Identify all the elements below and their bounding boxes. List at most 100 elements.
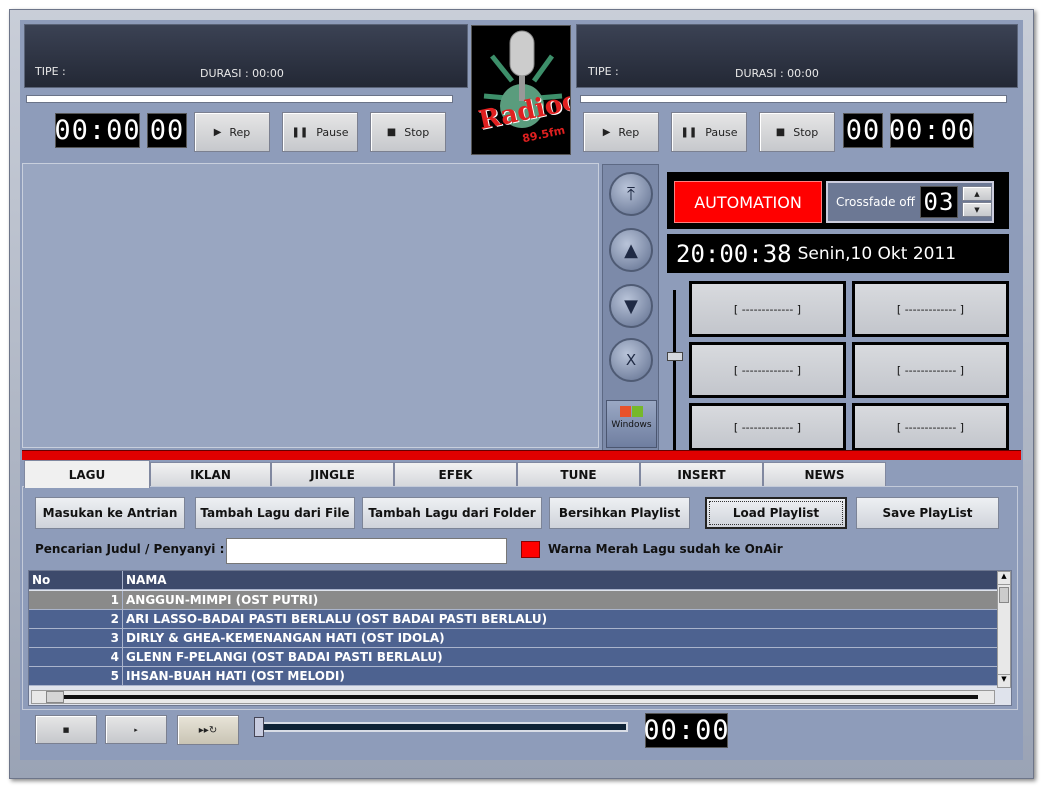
left-sub-display: 00 (147, 113, 187, 148)
tab-news[interactable]: NEWS (763, 462, 886, 487)
table-row[interactable]: 1 ANGGUN-MIMPI (OST PUTRI) (29, 591, 997, 610)
header-nama[interactable]: NAMA (123, 571, 167, 589)
table-row[interactable]: 3 DIRLY & GHEA-KEMENANGAN HATI (OST IDOLA… (29, 629, 997, 648)
row-no: 1 (29, 591, 123, 609)
cart-button[interactable]: [ ------------- ] (689, 281, 846, 337)
scroll-thumb[interactable] (46, 691, 64, 703)
left-rep-button[interactable]: ▶ Rep (194, 112, 270, 152)
row-nama: ARI LASSO-BADAI PASTI BERLALU (OST BADAI… (126, 612, 548, 626)
play-icon: ▶ (213, 126, 222, 138)
queue-list[interactable] (22, 163, 599, 448)
cart-button[interactable]: [ ------------- ] (689, 403, 846, 451)
crossfade-down-button[interactable]: ▼ (962, 202, 992, 217)
search-label: Pencarian Judul / Penyanyi : (35, 542, 225, 556)
cart-label: [ ------------- ] (692, 345, 843, 395)
preview-play-button[interactable]: ▸ (105, 715, 167, 744)
left-pause-button[interactable]: ❚❚ Pause (282, 112, 358, 152)
tab-lagu[interactable]: LAGU (24, 460, 150, 488)
vertical-scrollbar[interactable]: ▲ ▼ (997, 571, 1011, 688)
right-progress-bar[interactable] (580, 95, 1007, 103)
crossfade-up-button[interactable]: ▲ (962, 186, 992, 201)
right-deck-display: TIPE : DURASI : 00:00 (576, 24, 1018, 88)
search-input[interactable] (226, 538, 507, 564)
row-no: 3 (29, 629, 123, 647)
move-top-icon: ⤒ (627, 183, 635, 205)
stop-icon: ■ (62, 725, 70, 734)
volume-slider-thumb[interactable] (667, 352, 683, 361)
label: Rep (618, 125, 640, 139)
masukan-ke-antrian-button[interactable]: Masukan ke Antrian (35, 497, 185, 529)
right-pause-button[interactable]: ❚❚ Pause (671, 112, 747, 152)
header-no[interactable]: No (29, 571, 123, 589)
row-nama: ANGGUN-MIMPI (OST PUTRI) (126, 593, 319, 607)
label: Stop (404, 125, 430, 139)
clock-panel: 20:00:38 Senin,10 Okt 2011 (667, 234, 1009, 273)
scroll-track (46, 695, 978, 699)
windows-label: Windows (611, 420, 652, 430)
bersihkan-playlist-button[interactable]: Bersihkan Playlist (549, 497, 690, 529)
onair-legend: Warna Merah Lagu sudah ke OnAir (548, 542, 783, 556)
arrow-up-icon: ▲ (624, 239, 638, 261)
left-deck-display: TIPE : DURASI : 00:00 (24, 24, 468, 88)
right-tipe: TIPE : (588, 65, 619, 78)
clock-date: Senin,10 Okt 2011 (797, 243, 957, 264)
right-rep-button[interactable]: ▶ Rep (583, 112, 659, 152)
load-playlist-button[interactable]: Load Playlist (705, 497, 847, 529)
preview-stop-button[interactable]: ■ (35, 715, 97, 744)
right-stop-button[interactable]: ■ Stop (759, 112, 835, 152)
table-row[interactable]: 4 GLENN F-PELANGI (OST BADAI PASTI BERLAL… (29, 648, 997, 667)
row-no: 5 (29, 667, 123, 685)
row-nama: DIRLY & GHEA-KEMENANGAN HATI (OST IDOLA) (126, 631, 445, 645)
row-no: 4 (29, 648, 123, 666)
tab-tune[interactable]: TUNE (517, 462, 640, 487)
row-nama: GLENN F-PELANGI (OST BADAI PASTI BERLALU… (126, 650, 443, 664)
pause-icon: ❚❚ (291, 126, 309, 138)
row-nama: IHSAN-BUAH HATI (OST MELODI) (126, 669, 345, 683)
preview-loop-button[interactable]: ▸▸↻ (177, 715, 239, 745)
label: Pause (316, 125, 349, 139)
left-progress-bar[interactable] (26, 95, 453, 103)
left-time-display: 00:00 (54, 113, 141, 148)
tab-efek[interactable]: EFEK (394, 462, 517, 487)
move-up-button[interactable]: ▲ (609, 228, 653, 272)
windows-button[interactable]: Windows (606, 400, 657, 448)
label: Pause (705, 125, 738, 139)
tambah-lagu-dari-folder-button[interactable]: Tambah Lagu dari Folder (362, 497, 542, 529)
remove-button[interactable]: X (609, 338, 653, 382)
automation-button[interactable]: AUTOMATION (674, 181, 822, 223)
cart-button[interactable]: [ ------------- ] (689, 342, 846, 398)
table-header: No NAMA (29, 571, 997, 590)
preview-seek-thumb[interactable] (254, 717, 264, 737)
tab-insert[interactable]: INSERT (640, 462, 763, 487)
left-stop-button[interactable]: ■ Stop (370, 112, 446, 152)
tab-iklan[interactable]: IKLAN (150, 462, 271, 487)
scroll-up-icon[interactable]: ▲ (998, 572, 1010, 585)
save-playlist-button[interactable]: Save PlayList (856, 497, 999, 529)
volume-slider-track[interactable] (673, 290, 676, 450)
right-sub-display: 00 (843, 113, 883, 148)
cart-button[interactable]: [ ------------- ] (852, 342, 1009, 398)
table-row[interactable]: 2 ARI LASSO-BADAI PASTI BERLALU (OST BADA… (29, 610, 997, 629)
tab-jingle[interactable]: JINGLE (271, 462, 394, 487)
scroll-thumb[interactable] (999, 587, 1009, 603)
accent-bar (22, 450, 1021, 460)
play-icon: ▶ (602, 126, 611, 138)
horizontal-scrollbar[interactable] (31, 690, 995, 704)
cart-button[interactable]: [ ------------- ] (852, 281, 1009, 337)
cart-label: [ ------------- ] (855, 406, 1006, 448)
tambah-lagu-dari-file-button[interactable]: Tambah Lagu dari File (195, 497, 355, 529)
table-row[interactable]: 5 IHSAN-BUAH HATI (OST MELODI) (29, 667, 997, 686)
preview-seek-bar[interactable] (258, 722, 628, 732)
forward-loop-icon: ▸▸↻ (198, 724, 218, 736)
arrow-down-icon: ▼ (624, 295, 638, 317)
stop-icon: ■ (775, 126, 786, 138)
windows-logo-icon (607, 406, 656, 418)
clock-time: 20:00:38 (676, 239, 792, 268)
close-icon: X (625, 351, 637, 369)
move-down-button[interactable]: ▼ (609, 284, 653, 328)
scroll-down-icon[interactable]: ▼ (998, 674, 1010, 687)
left-durasi: DURASI : 00:00 (200, 67, 284, 80)
right-time-display: 00:00 (888, 113, 976, 148)
cart-button[interactable]: [ ------------- ] (852, 403, 1009, 451)
move-top-button[interactable]: ⤒ (609, 172, 653, 216)
